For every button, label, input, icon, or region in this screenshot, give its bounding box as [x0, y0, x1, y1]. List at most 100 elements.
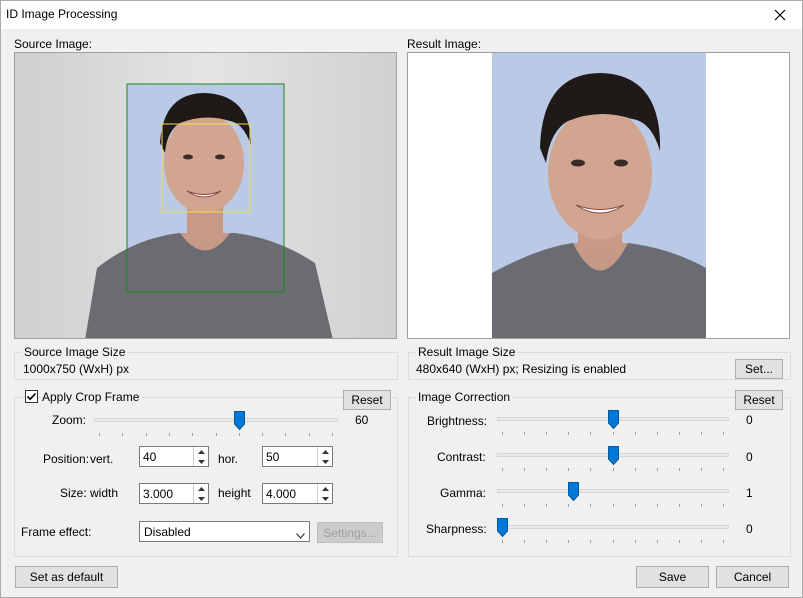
slider-tick [524, 432, 526, 435]
slider-tick [524, 468, 526, 471]
width-spin-arrows [193, 484, 208, 503]
slider-tick [612, 468, 614, 471]
slider-tick [568, 540, 570, 543]
width-spinbox[interactable] [139, 483, 209, 504]
dropdown-arrow-icon [296, 528, 305, 542]
slider-ticks [497, 432, 729, 436]
frame-effect-select[interactable]: Disabled [139, 521, 310, 542]
slider-tick [238, 433, 240, 436]
apply-crop-checkbox[interactable] [25, 390, 38, 403]
slider-tick [678, 468, 680, 471]
result-image-panel [407, 52, 790, 339]
apply-crop-label: Apply Crop Frame [42, 390, 143, 404]
slider-thumb[interactable] [233, 411, 245, 431]
result-image [408, 53, 789, 338]
hor-spinbox[interactable] [262, 446, 333, 467]
source-image [15, 53, 396, 338]
correction-reset-button[interactable]: Reset [735, 390, 783, 410]
vert-spinbox[interactable] [139, 446, 209, 467]
result-size-group-label: Result Image Size [416, 345, 518, 359]
spin-up-icon[interactable] [318, 484, 332, 493]
slider-tick [634, 504, 636, 507]
gamma-slider[interactable] [497, 482, 729, 508]
hor-input[interactable] [263, 447, 315, 466]
height-spinbox[interactable] [262, 483, 333, 504]
height-spin-arrows [317, 484, 332, 503]
sharpness-slider[interactable] [497, 518, 729, 544]
gamma-label: Gamma: [440, 486, 487, 500]
vert-input[interactable] [140, 447, 192, 466]
set-size-button[interactable]: Set... [735, 359, 783, 379]
slider-tick [568, 504, 570, 507]
set-as-default-button[interactable]: Set as default [15, 566, 118, 588]
spin-down-icon[interactable] [318, 494, 332, 503]
brightness-value: 0 [746, 413, 753, 427]
contrast-label: Contrast: [437, 450, 486, 464]
slider-tick [332, 433, 333, 436]
spin-up-icon[interactable] [194, 484, 208, 493]
vert-label: vert. [90, 452, 114, 466]
sharpness-label: Sharpness: [426, 522, 487, 536]
width-input[interactable] [140, 484, 192, 503]
slider-thumb[interactable] [607, 446, 619, 466]
vert-spin-arrows [193, 447, 208, 466]
result-image-label: Result Image: [407, 37, 482, 51]
slider-tick [678, 540, 680, 543]
source-image-label: Source Image: [14, 37, 93, 51]
slider-tick [590, 540, 592, 543]
brightness-slider[interactable] [497, 410, 729, 436]
slider-ticks [94, 433, 338, 437]
spin-up-icon[interactable] [194, 447, 208, 456]
slider-tick [262, 433, 264, 436]
slider-thumb[interactable] [567, 482, 579, 502]
source-size-group: Source Image Size 1000x750 (WxH) px [14, 345, 398, 380]
hor-label: hor. [218, 452, 239, 466]
slider-tick [502, 540, 503, 543]
slider-tick [590, 468, 592, 471]
slider-tick [285, 433, 287, 436]
cancel-button[interactable]: Cancel [716, 566, 789, 588]
slider-tick [656, 504, 658, 507]
slider-tick [612, 504, 614, 507]
slider-thumb[interactable] [607, 410, 619, 430]
slider-tick [524, 504, 526, 507]
slider-tick [192, 433, 194, 436]
height-label: height [218, 486, 251, 500]
slider-tick [546, 432, 548, 435]
result-size-group: Result Image Size 480x640 (WxH) px; Resi… [408, 345, 791, 380]
contrast-value: 0 [746, 450, 753, 464]
spin-down-icon[interactable] [318, 457, 332, 466]
close-button[interactable] [758, 1, 802, 29]
slider-ticks [497, 504, 729, 508]
frame-settings-button[interactable]: Settings... [317, 522, 383, 543]
slider-tick [168, 433, 170, 436]
slider-tick [634, 540, 636, 543]
frame-effect-value: Disabled [144, 525, 191, 539]
slider-tick [612, 432, 614, 435]
position-label: Position: [43, 452, 90, 466]
source-size-value: 1000x750 (WxH) px [23, 362, 130, 376]
sharpness-value: 0 [746, 522, 753, 536]
slider-tick [546, 468, 548, 471]
slider-tick [122, 433, 124, 436]
slider-tick [723, 504, 724, 507]
height-input[interactable] [263, 484, 315, 503]
spin-up-icon[interactable] [318, 447, 332, 456]
gamma-value: 1 [746, 486, 753, 500]
slider-thumb[interactable] [497, 518, 508, 538]
zoom-slider[interactable] [94, 411, 338, 437]
slider-tick [656, 468, 658, 471]
slider-tick [700, 504, 702, 507]
slider-tick [546, 504, 548, 507]
image-correction-label: Image Correction [416, 390, 513, 404]
slider-tick [215, 433, 217, 436]
crop-reset-button[interactable]: Reset [343, 390, 391, 410]
spin-down-icon[interactable] [194, 494, 208, 503]
source-image-panel[interactable] [14, 52, 397, 339]
spin-down-icon[interactable] [194, 457, 208, 466]
result-size-value: 480x640 (WxH) px; Resizing is enabled [416, 362, 627, 376]
zoom-value: 60 [355, 413, 369, 427]
slider-tick [502, 504, 503, 507]
contrast-slider[interactable] [497, 446, 729, 472]
save-button[interactable]: Save [636, 566, 709, 588]
